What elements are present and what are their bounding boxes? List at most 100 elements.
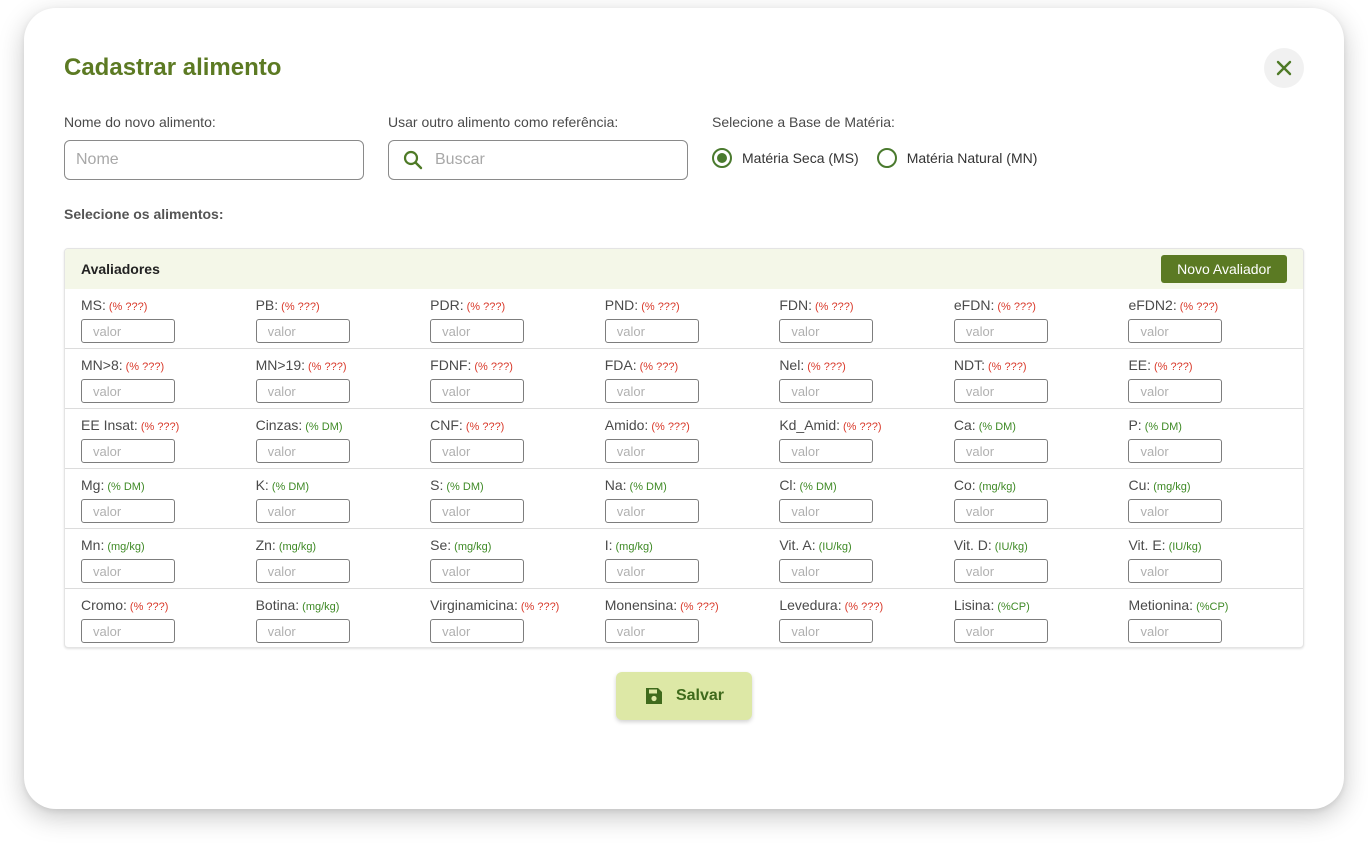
evaluator-value-field[interactable] (81, 559, 175, 583)
evaluator-value-field[interactable] (953, 379, 1048, 403)
evaluator-value-input[interactable] (965, 443, 1044, 459)
evaluator-value-input[interactable] (442, 503, 521, 519)
radio-materia-seca[interactable]: Matéria Seca (MS) (712, 148, 859, 168)
evaluator-value-field[interactable] (81, 439, 175, 463)
evaluator-value-input[interactable] (442, 323, 521, 339)
evaluator-value-field[interactable] (1128, 439, 1223, 463)
evaluator-value-input[interactable] (616, 323, 695, 339)
evaluator-value-field[interactable] (255, 379, 350, 403)
evaluator-value-input[interactable] (791, 443, 870, 459)
radio-circle[interactable] (712, 148, 732, 168)
evaluator-value-field[interactable] (604, 319, 699, 343)
evaluator-value-field[interactable] (779, 559, 874, 583)
evaluator-value-input[interactable] (267, 443, 346, 459)
save-label: Salvar (675, 687, 725, 704)
evaluator-cell: Amido: (% ???) (604, 409, 780, 468)
evaluator-value-input[interactable] (616, 383, 695, 399)
evaluator-value-input[interactable] (616, 623, 695, 639)
evaluator-value-field[interactable] (604, 619, 699, 643)
evaluator-value-input[interactable] (93, 563, 171, 579)
evaluator-value-input[interactable] (965, 563, 1044, 579)
evaluator-value-input[interactable] (1140, 623, 1219, 639)
evaluator-value-field[interactable] (255, 559, 350, 583)
evaluator-value-field[interactable] (604, 379, 699, 403)
evaluator-value-field[interactable] (255, 319, 350, 343)
new-evaluator-button[interactable]: Novo Avaliador (1161, 255, 1287, 283)
evaluator-value-input[interactable] (267, 383, 346, 399)
evaluator-value-field[interactable] (430, 559, 525, 583)
evaluator-value-field[interactable] (604, 439, 699, 463)
evaluator-value-field[interactable] (953, 319, 1048, 343)
evaluator-value-input[interactable] (442, 563, 521, 579)
evaluator-value-field[interactable] (953, 559, 1048, 583)
evaluator-value-input[interactable] (267, 623, 346, 639)
evaluator-value-field[interactable] (779, 319, 874, 343)
evaluator-value-input[interactable] (965, 383, 1044, 399)
evaluator-name: eFDN: (953, 297, 995, 313)
evaluator-value-field[interactable] (1128, 379, 1223, 403)
evaluator-value-input[interactable] (1140, 503, 1219, 519)
save-button[interactable]: Salvar (616, 672, 752, 720)
evaluator-value-field[interactable] (430, 619, 525, 643)
evaluator-value-input[interactable] (965, 323, 1044, 339)
evaluator-value-input[interactable] (267, 323, 346, 339)
evaluator-value-input[interactable] (93, 323, 171, 339)
evaluator-value-input[interactable] (267, 503, 346, 519)
evaluator-value-field[interactable] (779, 439, 874, 463)
evaluator-value-input[interactable] (965, 623, 1044, 639)
evaluator-value-field[interactable] (430, 319, 525, 343)
evaluator-value-field[interactable] (255, 439, 350, 463)
evaluator-value-field[interactable] (430, 439, 525, 463)
evaluator-value-field[interactable] (779, 619, 874, 643)
evaluator-value-input[interactable] (267, 563, 346, 579)
evaluator-value-input[interactable] (791, 623, 870, 639)
evaluator-value-input[interactable] (93, 623, 171, 639)
evaluator-value-input[interactable] (1140, 323, 1219, 339)
evaluator-value-field[interactable] (953, 499, 1048, 523)
evaluator-value-input[interactable] (965, 503, 1044, 519)
evaluator-value-field[interactable] (1128, 319, 1223, 343)
evaluator-value-field[interactable] (81, 499, 175, 523)
evaluator-value-field[interactable] (953, 439, 1048, 463)
evaluator-value-field[interactable] (255, 499, 350, 523)
evaluator-value-input[interactable] (93, 443, 171, 459)
evaluator-value-field[interactable] (81, 619, 175, 643)
evaluator-value-field[interactable] (779, 499, 874, 523)
evaluator-value-input[interactable] (442, 383, 521, 399)
evaluator-value-field[interactable] (1128, 619, 1223, 643)
evaluator-value-input[interactable] (1140, 443, 1219, 459)
food-name-input[interactable] (76, 151, 363, 169)
evaluator-value-field[interactable] (81, 319, 175, 343)
evaluator-value-field[interactable] (1128, 559, 1223, 583)
evaluator-value-input[interactable] (442, 443, 521, 459)
evaluator-value-field[interactable] (81, 379, 175, 403)
evaluator-value-input[interactable] (1140, 563, 1219, 579)
reference-search-input[interactable] (435, 151, 687, 169)
evaluator-row: EE Insat:(% ???)Cinzas:(% DM)CNF:(% ???)… (65, 409, 1303, 469)
food-name-field[interactable] (64, 140, 364, 180)
radio-materia-natural[interactable]: Matéria Natural (MN) (876, 148, 1037, 168)
evaluator-value-input[interactable] (791, 323, 870, 339)
evaluator-label: Mn: (mg/kg) (81, 537, 256, 553)
evaluator-value-field[interactable] (430, 379, 525, 403)
evaluator-value-input[interactable] (791, 383, 870, 399)
reference-search-field[interactable] (388, 140, 688, 180)
evaluator-value-input[interactable] (1140, 383, 1219, 399)
evaluator-value-input[interactable] (442, 623, 521, 639)
evaluator-value-field[interactable] (779, 379, 874, 403)
evaluator-value-field[interactable] (604, 559, 699, 583)
evaluator-value-field[interactable] (430, 499, 525, 523)
evaluator-value-input[interactable] (616, 443, 695, 459)
evaluator-value-field[interactable] (1128, 499, 1223, 523)
evaluator-value-field[interactable] (953, 619, 1048, 643)
evaluator-value-input[interactable] (616, 503, 695, 519)
evaluator-value-field[interactable] (255, 619, 350, 643)
radio-circle[interactable] (876, 148, 897, 168)
evaluator-value-input[interactable] (93, 503, 171, 519)
evaluator-value-input[interactable] (791, 503, 870, 519)
evaluator-value-input[interactable] (791, 563, 870, 579)
close-button[interactable] (1264, 48, 1304, 88)
evaluator-value-input[interactable] (93, 383, 171, 399)
evaluator-value-field[interactable] (604, 499, 699, 523)
evaluator-value-input[interactable] (616, 563, 695, 579)
